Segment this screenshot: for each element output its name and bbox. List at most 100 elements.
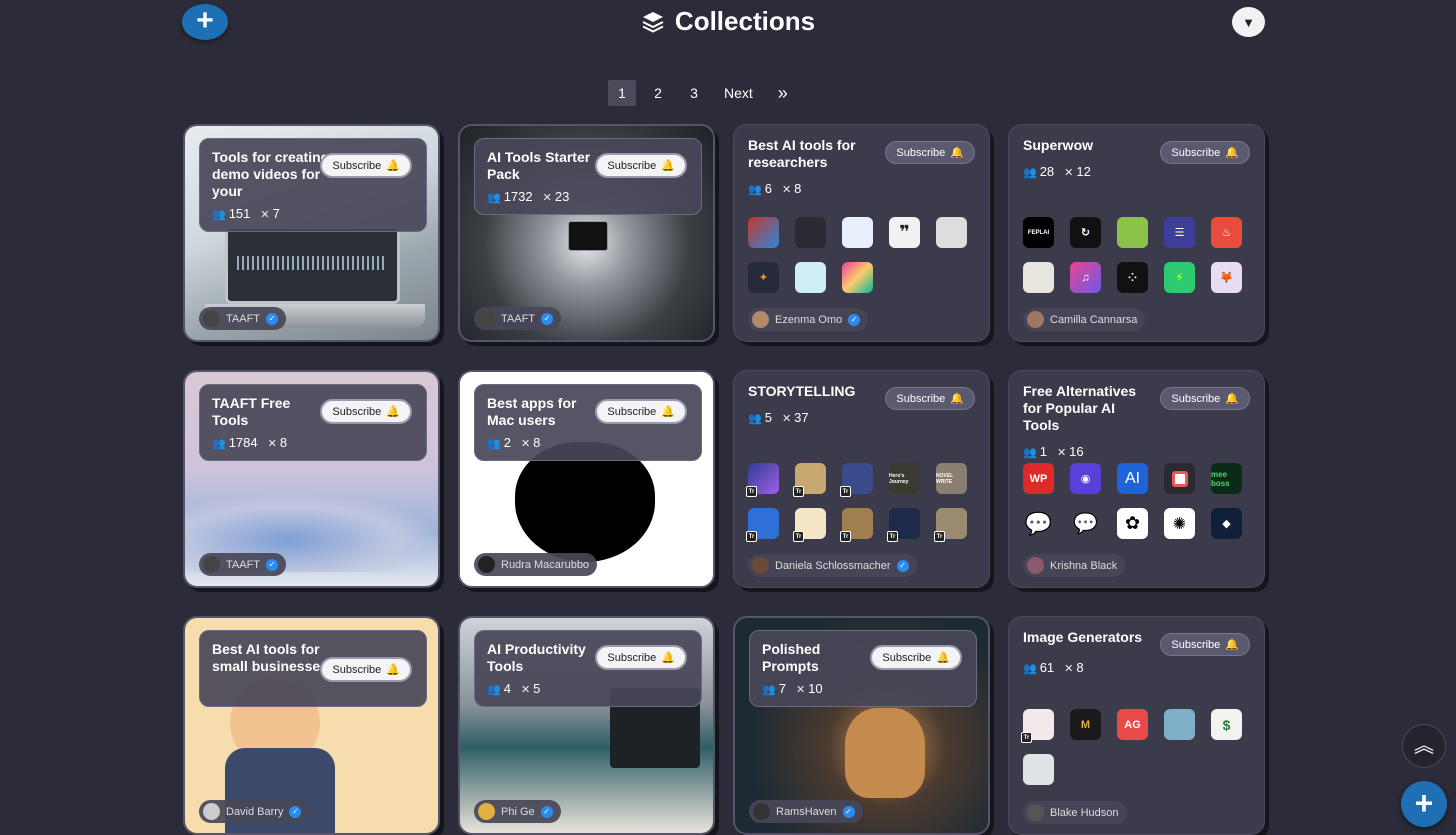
subscribe-button[interactable]: Subscribe 🔔	[320, 399, 412, 424]
tool-icon[interactable]: mee boss	[1211, 463, 1242, 494]
owner-badge[interactable]: RamsHaven ✓	[749, 800, 863, 823]
podcast-icon[interactable]: ◉	[1070, 463, 1101, 494]
tool-icon[interactable]: Tr	[746, 508, 779, 542]
tool-icon[interactable]: AI	[1117, 463, 1148, 494]
collection-card[interactable]: Superwow 👥 28 ✕ 12 Subscribe 🔔 FEPLAI ↻ ☰ ♨…	[1008, 124, 1265, 342]
tool-icon[interactable]: Tr	[746, 463, 779, 497]
collection-card[interactable]: AI Tools Starter Pack 👥 1732 ✕ 23 Subscrib…	[458, 124, 715, 342]
options-dropdown-button[interactable]: ▼	[1232, 7, 1265, 37]
bolt-icon[interactable]: ⚡	[1164, 262, 1195, 293]
owner-badge[interactable]: TAAFT ✓	[474, 307, 562, 330]
subscribe-button[interactable]: Subscribe 🔔	[595, 153, 687, 178]
cube-icon[interactable]	[1117, 217, 1148, 248]
tool-icon[interactable]: Tr	[840, 508, 873, 542]
tool-icon[interactable]	[1023, 262, 1054, 293]
subscribe-button[interactable]: Subscribe 🔔	[1160, 387, 1250, 410]
collection-card[interactable]: Image Generators 👥 61 ✕ 8 Subscribe 🔔 Tr M …	[1008, 616, 1265, 835]
globe-icon[interactable]	[842, 217, 873, 248]
page-1-button[interactable]: 1	[608, 80, 636, 106]
last-page-icon[interactable]: »	[769, 80, 797, 106]
users-icon: 👥	[762, 684, 776, 696]
bell-icon: 🔔	[1225, 639, 1239, 651]
cube-icon[interactable]	[842, 262, 873, 293]
page-2-button[interactable]: 2	[644, 80, 672, 106]
owner-badge[interactable]: Camilla Cannarsa	[1023, 308, 1146, 331]
tool-icon[interactable]: AG	[1117, 709, 1148, 740]
refresh-icon[interactable]: ↻	[1070, 217, 1101, 248]
tool-icon[interactable]: Tr	[840, 463, 873, 497]
subscribe-button[interactable]: Subscribe 🔔	[885, 141, 975, 164]
collection-card[interactable]: Free Alternatives for Popular AI Tools 👥…	[1008, 370, 1265, 588]
tool-icon[interactable]: FEPLAI	[1023, 217, 1054, 248]
owner-badge[interactable]: TAAFT ✓	[199, 553, 287, 576]
tool-icon[interactable]: WP	[1023, 463, 1054, 494]
collection-card[interactable]: TAAFT Free Tools 👥 1784 ✕ 8 Subscribe 🔔 TAA…	[183, 370, 440, 588]
users-icon: 👥	[748, 184, 762, 196]
owner-badge[interactable]: Ezenma Omo ✓	[748, 308, 869, 331]
list-icon[interactable]: ☰	[1164, 217, 1195, 248]
tool-icon[interactable]: ◆	[1211, 508, 1242, 539]
fire-icon[interactable]: ♨	[1211, 217, 1242, 248]
tool-icon[interactable]	[936, 217, 967, 248]
quote-icon[interactable]: ❞	[889, 217, 920, 248]
openai-icon[interactable]: ✿	[1117, 508, 1148, 539]
users-icon: 👥	[1023, 167, 1037, 179]
owner-badge[interactable]: TAAFT ✓	[199, 307, 287, 330]
page-3-button[interactable]: 3	[680, 80, 708, 106]
chat-icon[interactable]: 💬	[1070, 508, 1101, 539]
subscribe-button[interactable]: Subscribe 🔔	[870, 645, 962, 670]
card-info: AI Tools Starter Pack 👥 1732 ✕ 23 Subscrib…	[474, 138, 702, 215]
subscribe-button[interactable]: Subscribe 🔔	[1160, 633, 1250, 656]
scroll-to-top-button[interactable]: ︽	[1402, 724, 1446, 768]
tool-icon[interactable]: NOVEL WRITE	[936, 463, 967, 494]
chat-icon[interactable]: 💬	[1023, 508, 1054, 539]
collection-card[interactable]: AI Productivity Tools 👥 4 ✕ 5 Subscribe 🔔 P…	[458, 616, 715, 835]
music-icon[interactable]: ♫	[1070, 262, 1101, 293]
page-title: Collections	[674, 6, 816, 36]
owner-badge[interactable]: Krishna Black	[1023, 554, 1126, 577]
users-icon: 👥	[1023, 663, 1037, 675]
tool-icon[interactable]: Tr	[793, 463, 826, 497]
tool-icon[interactable]	[1164, 463, 1195, 494]
next-page-button[interactable]: Next	[716, 80, 761, 106]
collection-card[interactable]: Best AI tools for researchers 👥 6 ✕ 8 Subs…	[733, 124, 990, 342]
owner-badge[interactable]: Daniela Schlossmacher ✓	[748, 554, 917, 577]
subscribe-button[interactable]: Subscribe 🔔	[885, 387, 975, 410]
owner-badge[interactable]: Rudra Macarubbo	[474, 553, 598, 576]
tool-icons: Tr M AG $	[1021, 709, 1242, 785]
brain-icon[interactable]: ✺	[1164, 508, 1195, 539]
owner-badge[interactable]: David Barry ✓	[199, 800, 310, 823]
tool-icon[interactable]	[795, 262, 826, 293]
tool-icon[interactable]	[1023, 754, 1054, 785]
add-floating-button[interactable]: +	[1401, 781, 1447, 827]
owner-badge[interactable]: Blake Hudson	[1023, 801, 1127, 824]
users-icon: 👥	[487, 684, 501, 696]
subscribe-button[interactable]: Subscribe 🔔	[595, 399, 687, 424]
avatar	[1027, 804, 1044, 821]
dna-icon[interactable]	[748, 217, 779, 248]
tool-icon[interactable]: Hero's Journey	[889, 463, 920, 494]
collection-card[interactable]: Best AI tools for small businesses 👥1 ✕1…	[183, 616, 440, 835]
subscribe-button[interactable]: Subscribe 🔔	[320, 657, 412, 682]
subscribe-button[interactable]: Subscribe 🔔	[595, 645, 687, 670]
tool-icon[interactable]	[1164, 709, 1195, 740]
collection-card[interactable]: Best apps for Mac users 👥 2 ✕ 8 Subscribe 🔔…	[458, 370, 715, 588]
tool-icon[interactable]: Tr	[793, 508, 826, 542]
tool-icon[interactable]: Tr	[1021, 709, 1054, 743]
tool-icon[interactable]: Tr	[887, 508, 920, 542]
fox-icon[interactable]: 🦊	[1211, 262, 1242, 293]
collection-card[interactable]: Polished Prompts 👥 7 ✕ 10 Subscribe 🔔 RamsH…	[733, 616, 990, 835]
dots-icon[interactable]: ⁘	[1117, 262, 1148, 293]
chevron-down-icon: ▼	[1242, 14, 1255, 30]
card-title: Best AI tools for researchers	[748, 137, 856, 170]
money-bag-icon[interactable]: $	[1211, 709, 1242, 740]
owner-badge[interactable]: Phi Ge ✓	[474, 800, 561, 823]
subscribe-button[interactable]: Subscribe 🔔	[320, 153, 412, 178]
collection-card[interactable]: Tools for creating demo videos for your …	[183, 124, 440, 342]
star-icon[interactable]: ✦	[748, 262, 779, 293]
tool-icon[interactable]: Tr	[934, 508, 967, 542]
collection-card[interactable]: STORYTELLING 👥 5 ✕ 37 Subscribe 🔔 Tr Tr Tr …	[733, 370, 990, 588]
tool-icon[interactable]: M	[1070, 709, 1101, 740]
subscribe-button[interactable]: Subscribe 🔔	[1160, 141, 1250, 164]
tool-icon[interactable]	[795, 217, 826, 248]
